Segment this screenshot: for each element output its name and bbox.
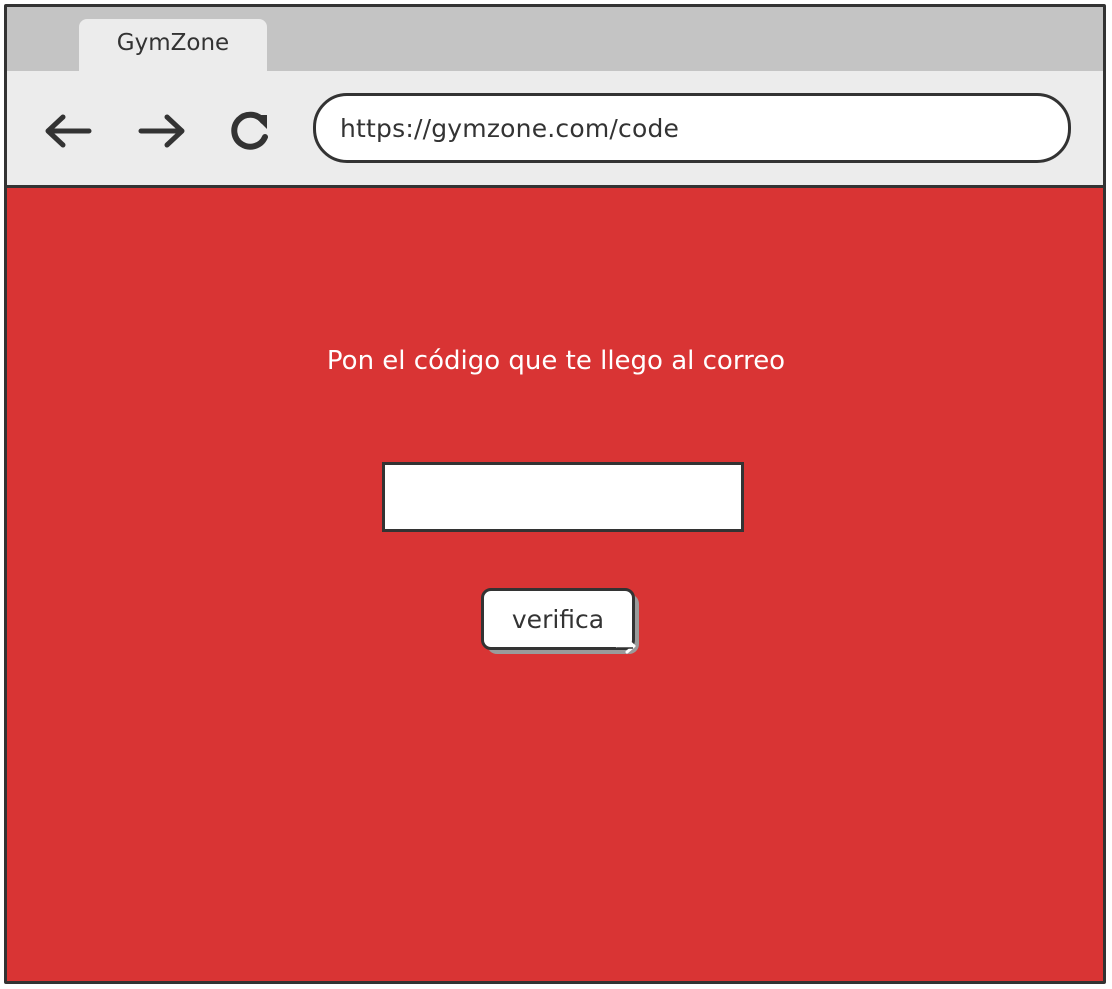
verify-button-wrapper: verifica	[481, 588, 643, 656]
browser-toolbar: https://gymzone.com/code	[7, 71, 1103, 187]
browser-window: GymZone https://gymzone.com/code Pon el …	[4, 4, 1106, 984]
url-text: https://gymzone.com/code	[340, 113, 680, 143]
reload-button[interactable]	[225, 107, 277, 155]
tab-gymzone[interactable]: GymZone	[79, 19, 267, 75]
reload-icon	[231, 111, 268, 150]
tab-strip: GymZone	[7, 7, 1103, 75]
verification-code-input[interactable]	[382, 462, 744, 532]
arrow-right-icon	[138, 114, 185, 148]
click-arrow-icon	[615, 638, 636, 654]
address-bar[interactable]: https://gymzone.com/code	[313, 93, 1071, 163]
page-content: Pon el código que te llego al correo ver…	[7, 188, 1103, 981]
verify-button[interactable]: verifica	[481, 588, 635, 650]
code-prompt: Pon el código que te llego al correo	[326, 346, 786, 376]
arrow-left-icon	[45, 114, 92, 148]
tab-title: GymZone	[116, 30, 230, 56]
back-button[interactable]	[41, 107, 93, 155]
forward-button[interactable]	[137, 107, 189, 155]
